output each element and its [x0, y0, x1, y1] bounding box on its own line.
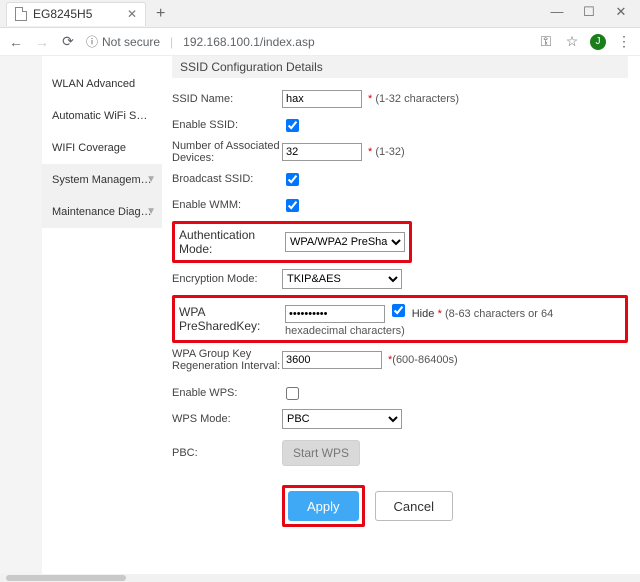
ssid-name-label: SSID Name:	[172, 93, 282, 105]
rekey-input[interactable]	[282, 351, 382, 369]
assoc-devices-label: Number of Associated Devices:	[172, 140, 282, 164]
sidebar-item-auto-wifi-shutdown[interactable]: Automatic WiFi Shu...	[42, 100, 162, 132]
enc-mode-label: Encryption Mode:	[172, 273, 282, 285]
row-enable-wps: Enable WPS:	[172, 380, 628, 406]
horizontal-scrollbar[interactable]	[0, 574, 640, 582]
chevron-down-icon: ▼	[146, 206, 156, 217]
sidebar-item-wlan-advanced[interactable]: WLAN Advanced	[42, 68, 162, 100]
sidebar-item-label: WLAN Advanced	[52, 78, 135, 90]
sidebar: WLAN Advanced Automatic WiFi Shu... WIFI…	[42, 56, 162, 574]
new-tab-button[interactable]: +	[156, 5, 165, 23]
sidebar-item-label: System Management	[52, 174, 156, 186]
broadcast-ssid-label: Broadcast SSID:	[172, 173, 282, 185]
page-favicon	[15, 7, 27, 21]
psk-label: WPA PreSharedKey:	[179, 301, 285, 333]
content-pane: SSID Configuration Details SSID Name: * …	[162, 56, 640, 574]
reload-icon[interactable]: ⟳	[60, 33, 76, 50]
tab-title: EG8245H5	[33, 7, 92, 21]
auth-mode-select[interactable]: WPA/WPA2 PreSharedKey	[285, 232, 405, 252]
window-controls: — ☐ ✕	[550, 0, 640, 20]
not-secure-label: Not secure	[102, 35, 160, 49]
star-icon[interactable]: ☆	[564, 33, 580, 50]
wps-mode-select[interactable]: PBC	[282, 409, 402, 429]
row-pbc: PBC: Start WPS	[172, 438, 628, 468]
rekey-label: WPA Group Key Regeneration Interval:	[172, 348, 282, 372]
not-secure-indicator[interactable]: ⓘ Not secure	[86, 33, 160, 50]
row-ssid-name: SSID Name: * (1-32 characters)	[172, 86, 628, 112]
sidebar-item-maintenance-diagno[interactable]: Maintenance Diagno... ▼	[42, 196, 162, 228]
sidebar-item-wifi-coverage[interactable]: WIFI Coverage	[42, 132, 162, 164]
wps-mode-label: WPS Mode:	[172, 413, 282, 425]
info-icon: ⓘ	[86, 33, 98, 50]
psk-hide-checkbox[interactable]	[392, 304, 405, 317]
action-row: Apply Cancel	[172, 482, 628, 530]
sidebar-item-label: WIFI Coverage	[52, 142, 126, 154]
row-wps-mode: WPS Mode: PBC	[172, 406, 628, 432]
kebab-menu-icon[interactable]: ⋮	[616, 33, 632, 50]
highlight-auth-mode: Authentication Mode: WPA/WPA2 PreSharedK…	[172, 221, 412, 263]
highlight-apply: Apply	[282, 485, 365, 527]
assoc-devices-hint: * (1-32)	[368, 146, 405, 158]
row-enable-wmm: Enable WMM:	[172, 192, 628, 218]
tab-strip: EG8245H5 ✕ +	[0, 0, 640, 28]
highlight-psk: WPA PreSharedKey: Hide * (8-63 character…	[172, 295, 628, 343]
enable-wps-checkbox[interactable]	[286, 387, 299, 400]
address-bar: ← → ⟳ ⓘ Not secure | 192.168.100.1/index…	[0, 28, 640, 56]
enable-ssid-label: Enable SSID:	[172, 119, 282, 131]
ssid-name-input[interactable]	[282, 90, 362, 108]
psk-hide-label: Hide	[412, 308, 435, 320]
profile-avatar[interactable]: J	[590, 34, 606, 50]
row-assoc-devices: Number of Associated Devices: * (1-32)	[172, 138, 628, 166]
start-wps-button[interactable]: Start WPS	[282, 440, 360, 466]
broadcast-ssid-checkbox[interactable]	[286, 173, 299, 186]
auth-mode-label: Authentication Mode:	[179, 228, 285, 256]
left-gutter	[0, 56, 42, 574]
enc-mode-select[interactable]: TKIP&AES	[282, 269, 402, 289]
rekey-hint: *(600-86400s)	[388, 354, 458, 366]
browser-tab[interactable]: EG8245H5 ✕	[6, 2, 146, 26]
psk-input[interactable]	[285, 305, 385, 323]
apply-button[interactable]: Apply	[288, 491, 359, 521]
enable-wmm-label: Enable WMM:	[172, 199, 282, 211]
assoc-devices-input[interactable]	[282, 143, 362, 161]
chevron-down-icon: ▼	[146, 174, 156, 185]
sidebar-item-system-management[interactable]: System Management ▼	[42, 164, 162, 196]
enable-wmm-checkbox[interactable]	[286, 199, 299, 212]
ssid-name-hint: * (1-32 characters)	[368, 93, 459, 105]
row-broadcast-ssid: Broadcast SSID:	[172, 166, 628, 192]
maximize-icon[interactable]: ☐	[582, 4, 596, 20]
row-enable-ssid: Enable SSID:	[172, 112, 628, 138]
row-enc-mode: Encryption Mode: TKIP&AES	[172, 266, 628, 292]
enable-ssid-checkbox[interactable]	[286, 119, 299, 132]
enable-wps-label: Enable WPS:	[172, 387, 282, 399]
tab-close-icon[interactable]: ✕	[127, 7, 137, 21]
back-icon[interactable]: ←	[8, 34, 24, 50]
section-title: SSID Configuration Details	[172, 56, 628, 78]
pbc-label: PBC:	[172, 447, 282, 459]
forward-icon: →	[34, 34, 50, 50]
sidebar-item-label: Automatic WiFi Shu...	[52, 110, 158, 122]
close-icon[interactable]: ✕	[614, 4, 628, 20]
cancel-button[interactable]: Cancel	[375, 491, 453, 521]
row-rekey: WPA Group Key Regeneration Interval: *(6…	[172, 346, 628, 374]
key-icon[interactable]: ⚿	[538, 33, 554, 50]
url-text[interactable]: 192.168.100.1/index.asp	[183, 35, 528, 49]
minimize-icon[interactable]: —	[550, 4, 564, 20]
